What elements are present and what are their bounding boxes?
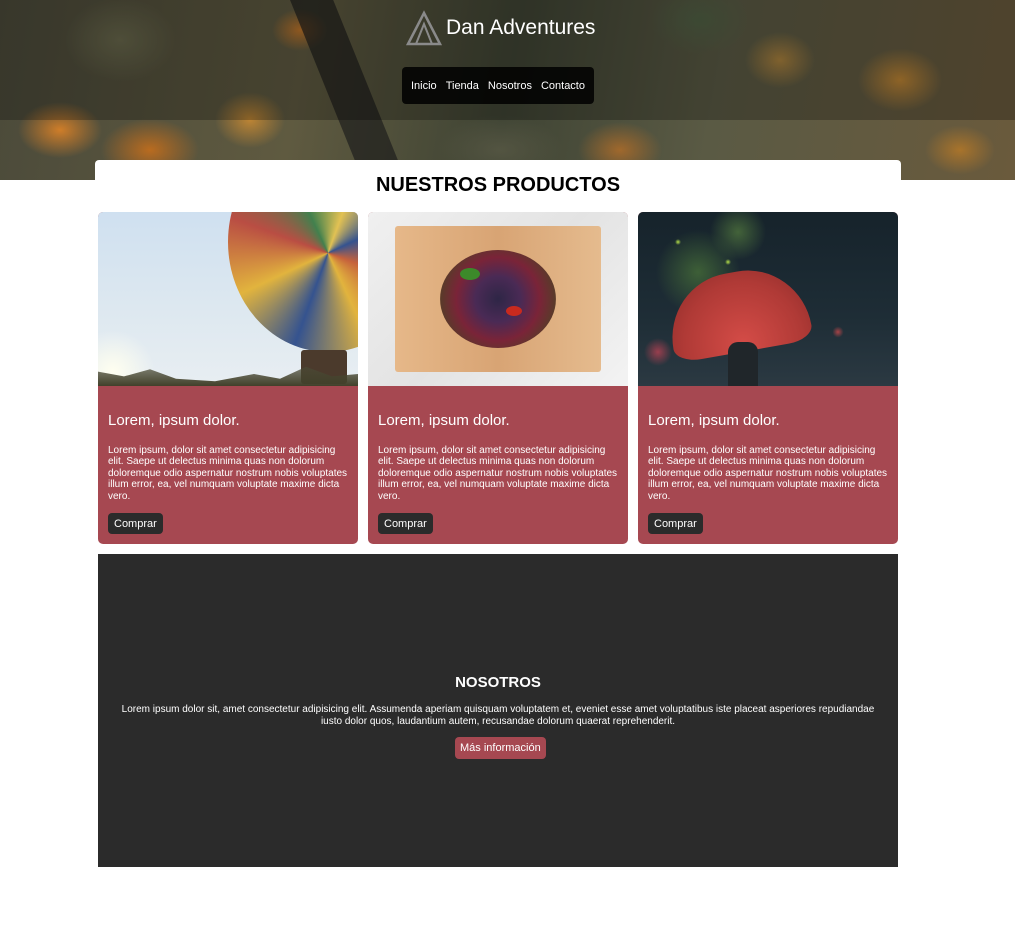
- nav-link-contacto[interactable]: Contacto: [541, 80, 585, 92]
- card-title: Lorem, ipsum dolor.: [648, 412, 780, 429]
- brand-name: Dan Adventures: [446, 16, 596, 39]
- buy-button[interactable]: Comprar: [648, 513, 703, 534]
- person-silhouette: [728, 342, 758, 386]
- product-image-hot-air-balloon: [98, 212, 358, 386]
- product-card: Lorem, ipsum dolor. Lorem ipsum, dolor s…: [638, 212, 898, 544]
- about-text: Lorem ipsum dolor sit, amet consectetur …: [121, 704, 875, 727]
- card-body: Lorem, ipsum dolor. Lorem ipsum, dolor s…: [638, 386, 898, 502]
- nav-link-tienda[interactable]: Tienda: [446, 80, 479, 92]
- about-title: NOSOTROS: [455, 674, 541, 691]
- brand[interactable]: Dan Adventures: [406, 8, 595, 48]
- buy-button[interactable]: Comprar: [378, 513, 433, 534]
- mountain-tent-icon: [406, 10, 442, 46]
- salad-bowl: [440, 250, 556, 348]
- card-title: Lorem, ipsum dolor.: [108, 412, 240, 429]
- main-nav: Inicio Tienda Nosotros Contacto: [402, 67, 594, 104]
- card-title: Lorem, ipsum dolor.: [378, 412, 510, 429]
- card-text: Lorem ipsum, dolor sit amet consectetur …: [648, 445, 888, 502]
- buy-button[interactable]: Comprar: [108, 513, 163, 534]
- card-text: Lorem ipsum, dolor sit amet consectetur …: [108, 445, 348, 502]
- products-section: NUESTROS PRODUCTOS Lorem, ipsum dolor. L…: [95, 160, 901, 550]
- card-body: Lorem, ipsum dolor. Lorem ipsum, dolor s…: [368, 386, 628, 502]
- hero-banner: Dan Adventures Inicio Tienda Nosotros Co…: [0, 0, 1015, 180]
- card-body: Lorem, ipsum dolor. Lorem ipsum, dolor s…: [98, 386, 358, 502]
- product-image-red-umbrella: [638, 212, 898, 386]
- more-info-button[interactable]: Más información: [455, 737, 546, 759]
- card-text: Lorem ipsum, dolor sit amet consectetur …: [378, 445, 618, 502]
- product-image-salad-bowl: [368, 212, 628, 386]
- products-title: NUESTROS PRODUCTOS: [375, 174, 621, 196]
- product-card: Lorem, ipsum dolor. Lorem ipsum, dolor s…: [368, 212, 628, 544]
- hero-road: [288, 0, 412, 180]
- balloon-shape: [228, 212, 358, 352]
- nav-link-inicio[interactable]: Inicio: [411, 80, 437, 92]
- about-section: NOSOTROS Lorem ipsum dolor sit, amet con…: [98, 554, 898, 867]
- nav-link-nosotros[interactable]: Nosotros: [488, 80, 532, 92]
- product-card: Lorem, ipsum dolor. Lorem ipsum, dolor s…: [98, 212, 358, 544]
